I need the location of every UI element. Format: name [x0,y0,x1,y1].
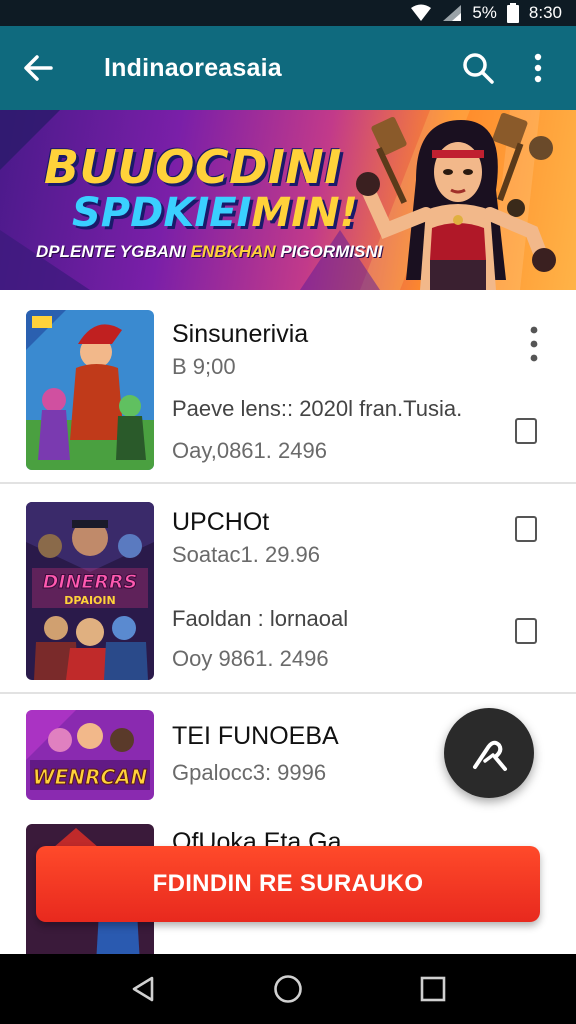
list-item-detail: Faoldan : lornaoal [172,606,349,631]
banner-subtitle-b: ENBKHAN [190,242,276,261]
thumbnail-logo-text: WENRCAN [33,765,148,789]
screen: 5% 8:30 lndinaoreasaia BUUOCDINI SPDKIEI… [0,0,576,1024]
checkbox-icon[interactable] [515,418,537,444]
list-item-title: UPCHOt [172,508,270,536]
checkbox-icon[interactable] [515,618,537,644]
banner-hero-illustration [356,112,556,290]
search-button[interactable] [448,26,508,110]
status-bar: 5% 8:30 [0,0,576,26]
banner-headline-line1: BUUOCDINI [44,140,343,194]
list-item-title: Sinsunerivia [172,320,309,348]
app-bar: lndinaoreasaia [0,26,576,110]
overflow-menu-button[interactable] [508,26,568,110]
nav-back-icon [132,976,153,1002]
list-item-subtitle: Soatac1. 29.96 [172,542,321,567]
system-navigation-bar [0,954,576,1024]
banner-headline: BUUOCDINI SPDKIEIMIN! [44,140,358,236]
search-icon [463,53,494,84]
list-item-meta: Ooy 9861. 2496 [172,646,329,671]
more-vert-icon[interactable] [522,324,546,364]
banner-headline-line2: SPDKIEIMIN! [72,190,358,236]
checkbox-icon[interactable] [515,516,537,542]
banner-subtitle: DPLENTE YGBANI ENBKHAN PIGORMISNI [36,242,382,262]
battery-text: 5% [472,3,497,22]
banner-headline-line2a: SPDKIEI [72,190,252,236]
list-item-thumbnail [26,310,154,470]
nav-recents-button[interactable] [403,959,463,1019]
battery-icon [506,3,519,23]
nav-back-button[interactable] [113,959,173,1019]
more-vert-icon [534,53,542,83]
list-item-subtitle: B 9;00 [172,354,236,379]
list-item-thumbnail: WENRCAN [26,710,154,800]
list-item-meta: Oay,0861. 2496 [172,438,327,463]
wifi-icon [410,4,432,22]
promo-banner[interactable]: BUUOCDINI SPDKIEIMIN! DPLENTE YGBANI ENB… [0,110,576,290]
signal-icon [442,4,462,22]
list-item[interactable]: DINERRS DPAIOIN UPCHOt Soatac1. 29.96 Fa… [0,484,576,694]
nav-home-button[interactable] [258,959,318,1019]
list-item-subtitle: Gpalocc3: 9996 [172,760,327,785]
thumbnail-logo-text-b: DPAIOIN [64,594,115,607]
fab-icon [473,740,507,771]
list-item-detail: Paeve lens:: 2020l fran.Tusia. [172,396,463,421]
banner-headline-line2b: MIN! [251,190,358,236]
page-title: lndinaoreasaia [104,53,282,82]
floating-action-button[interactable] [444,708,534,798]
thumbnail-logo-text-a: DINERRS [43,571,138,593]
list-item-title: TEI FUNOEBA [172,722,339,750]
back-button[interactable] [0,26,76,110]
nav-recents-icon [421,976,446,1002]
back-arrow-icon [24,55,53,81]
primary-action-button[interactable]: FDINDIN RE SURAUKO [36,846,540,922]
list-item-thumbnail: DINERRS DPAIOIN [26,502,154,680]
banner-subtitle-a: DPLENTE YGBANI [36,242,191,261]
list-item[interactable]: Sinsunerivia B 9;00 Paeve lens:: 2020l f… [0,290,576,484]
clock: 8:30 [528,3,562,22]
nav-home-icon [274,975,302,1003]
